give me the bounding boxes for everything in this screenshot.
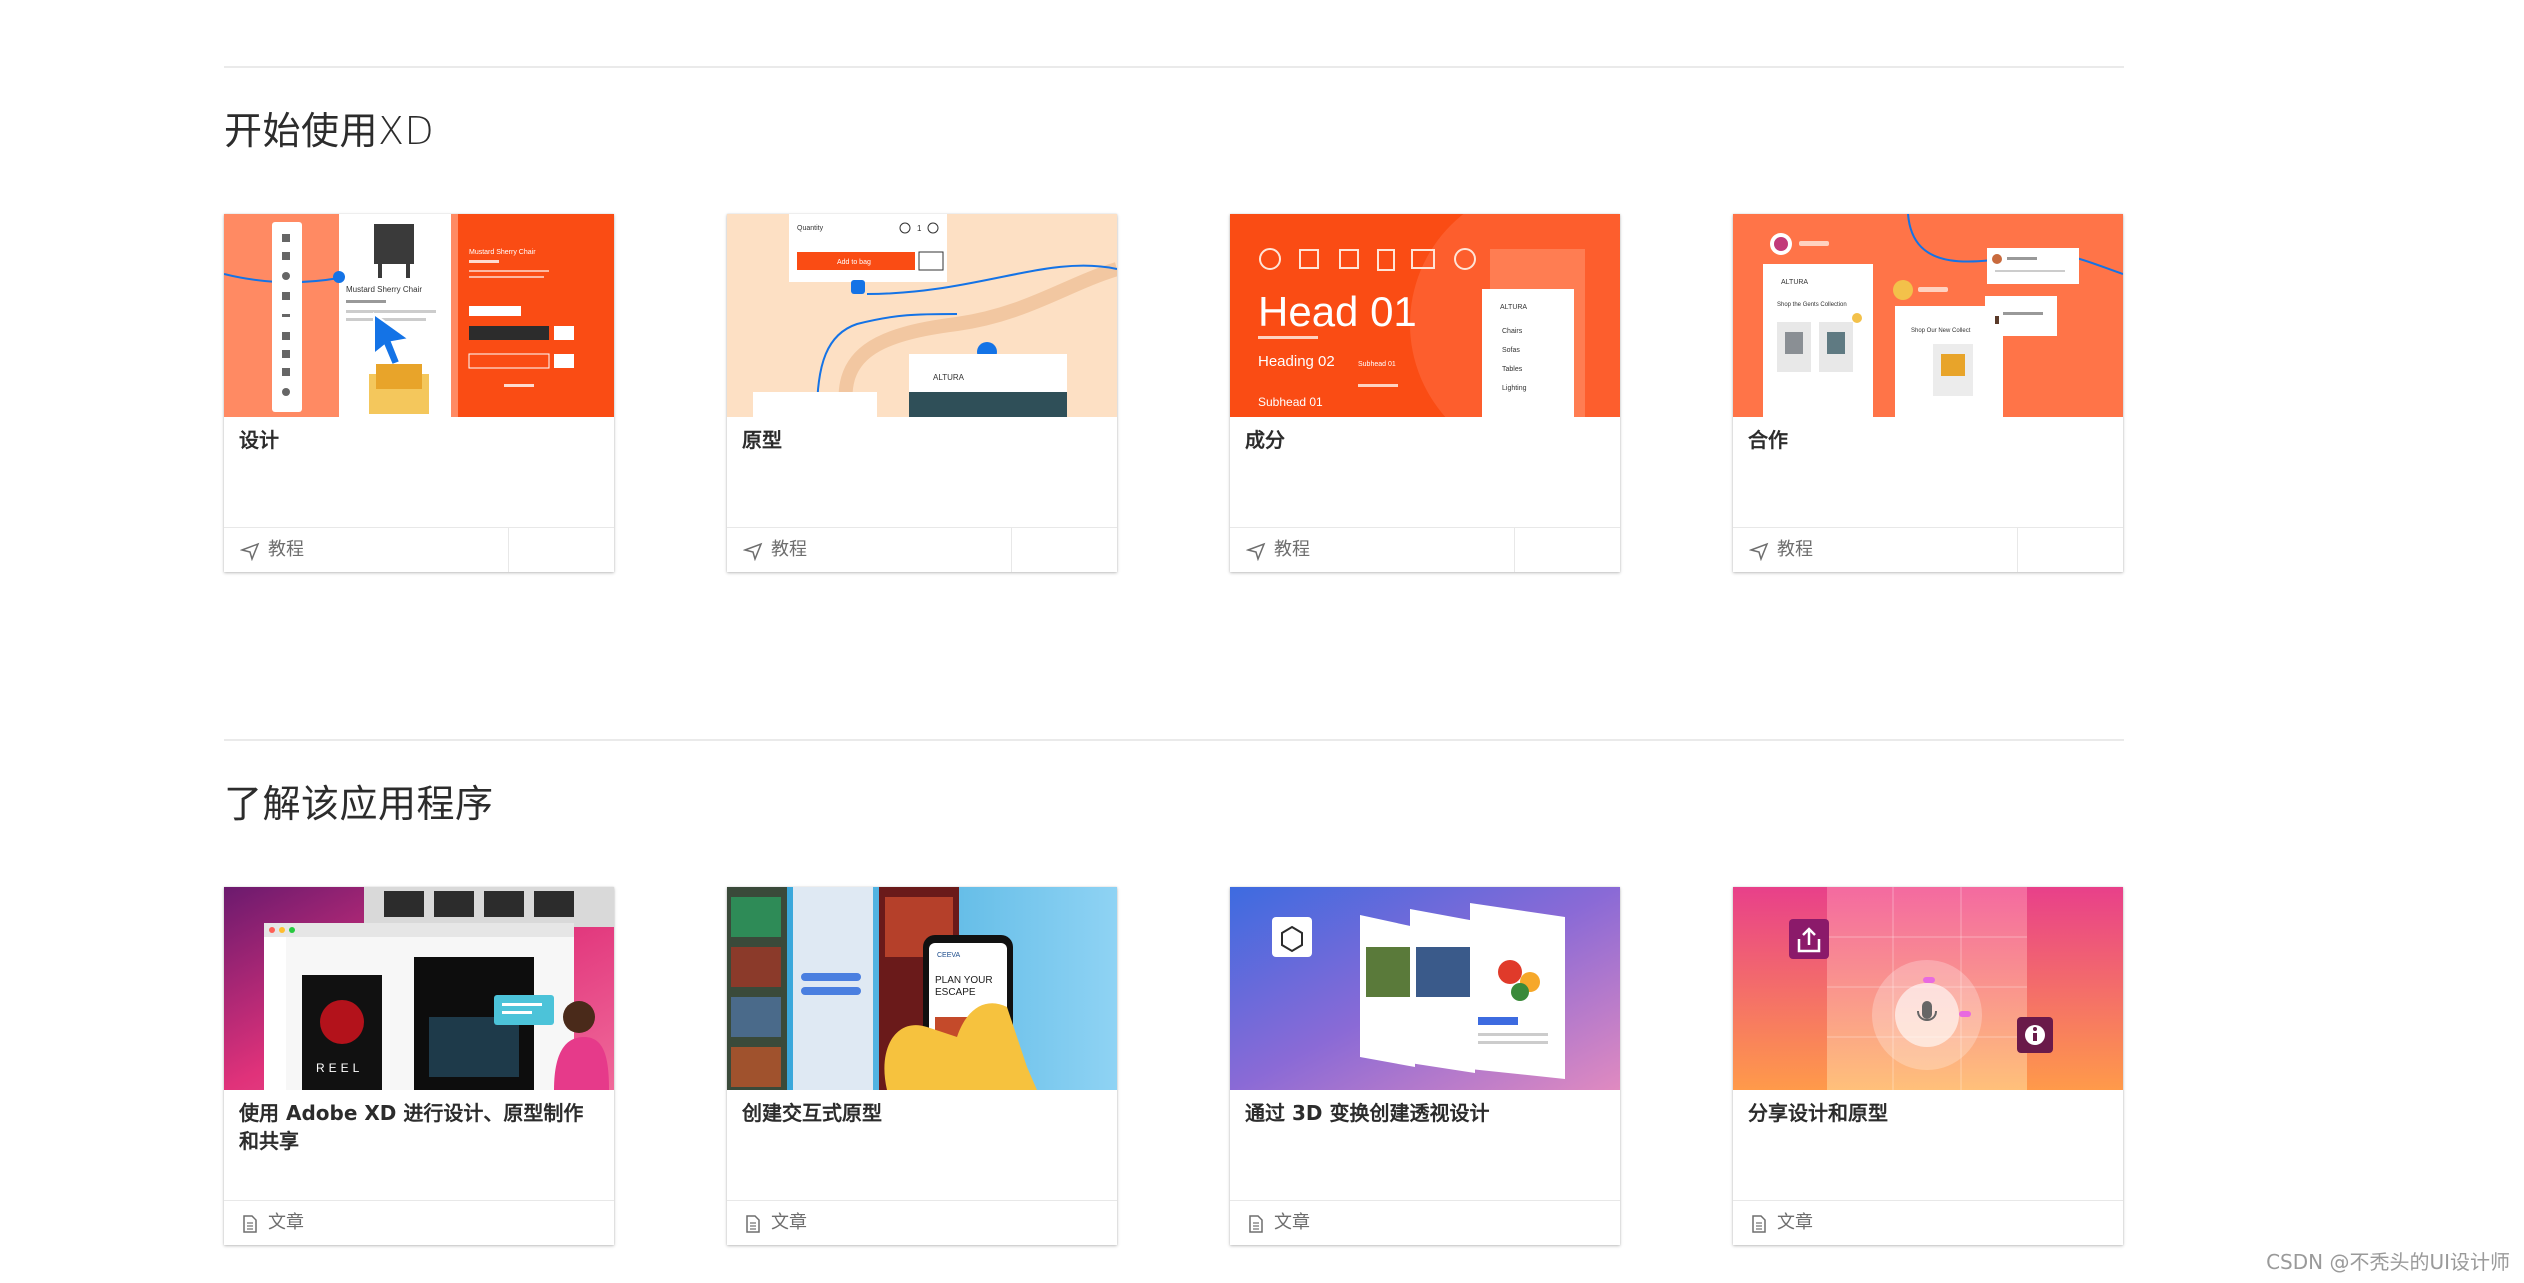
xd-overview-thumbnail-image: REEL <box>224 887 614 1090</box>
card-title: 合作 <box>1748 428 1788 452</box>
card-footer: 文章 <box>224 1200 614 1245</box>
card-type-label: 文章 <box>1777 1212 1813 1233</box>
card-footer: 文章 <box>1733 1200 2123 1245</box>
design-product-name-2: Mustard Sherry Chair <box>469 249 536 256</box>
card-thumbnail-3d <box>1230 887 1620 1090</box>
tutorial-icon <box>743 542 763 561</box>
section-divider-middle <box>224 739 2124 741</box>
watermark: CSDN @不秃头的UI设计师 <box>2266 1250 2510 1274</box>
card-title: 设计 <box>239 428 279 452</box>
comp-menu-1: Sofas <box>1502 347 1520 354</box>
card-collaboration[interactable]: ALTURA Shop the Gents Collection Shop Ou… <box>1733 214 2123 572</box>
card-title: 成分 <box>1245 428 1285 452</box>
card-footer: 文章 <box>1230 1200 1620 1245</box>
proto-qty-value: 1 <box>917 224 922 233</box>
footer-separator <box>1011 528 1012 572</box>
card-title: 通过 3D 变换创建透视设计 <box>1245 1101 1490 1125</box>
share-designs-thumbnail-image <box>1733 887 2123 1090</box>
card-type-label: 文章 <box>1274 1212 1310 1233</box>
comp-subhead: Subhead 01 <box>1258 395 1323 409</box>
card-footer: 教程 <box>1733 527 2123 572</box>
card-footer: 教程 <box>224 527 614 572</box>
comp-brand: ALTURA <box>1500 304 1527 311</box>
card-components[interactable]: Head 01 Heading 02 Subhead 01 Subhead 01… <box>1230 214 1620 572</box>
tutorial-icon <box>1749 542 1769 561</box>
prototype-thumbnail-image: Quantity 1 Add to bag ALTURA <box>727 214 1117 417</box>
3d-transforms-thumbnail-image <box>1230 887 1620 1090</box>
card-title: 使用 Adobe XD 进行设计、原型制作和共享 <box>239 1101 584 1153</box>
card-thumbnail-xd-overview: REEL <box>224 887 614 1090</box>
card-thumbnail-share <box>1733 887 2123 1090</box>
card-footer: 教程 <box>727 527 1117 572</box>
card-interactive-prototype[interactable]: CEEVA PLAN YOUR ESCAPE 创建交互式原型 文章 <box>727 887 1117 1245</box>
escape-brand: CEEVA <box>937 952 961 959</box>
card-design-prototype-share[interactable]: REEL 使用 Adobe XD 进行设计、原型制作和共享 文章 <box>224 887 614 1245</box>
section-title-learn-app: 了解该应用程序 <box>224 782 494 826</box>
card-type-label: 教程 <box>268 539 304 560</box>
card-thumbnail-components: Head 01 Heading 02 Subhead 01 Subhead 01… <box>1230 214 1620 417</box>
card-thumbnail-interactive: CEEVA PLAN YOUR ESCAPE <box>727 887 1117 1090</box>
escape-line1: PLAN YOUR <box>935 975 993 986</box>
card-footer: 文章 <box>727 1200 1117 1245</box>
comp-menu-2: Tables <box>1502 366 1523 373</box>
collab-collection-2: Shop Our New Collect <box>1911 328 1971 334</box>
article-icon <box>1752 1215 1766 1233</box>
collab-brand: ALTURA <box>1781 279 1808 286</box>
tutorial-icon <box>240 542 260 561</box>
card-thumbnail-design: Mustard Sherry Chair Mustard Sherry Chai… <box>224 214 614 417</box>
tutorial-icon <box>1246 542 1266 561</box>
card-title: 原型 <box>742 428 782 452</box>
article-icon <box>243 1215 257 1233</box>
article-icon <box>1249 1215 1263 1233</box>
comp-heading: Heading 02 <box>1258 353 1335 370</box>
card-design[interactable]: Mustard Sherry Chair Mustard Sherry Chai… <box>224 214 614 572</box>
collaboration-thumbnail-image: ALTURA Shop the Gents Collection Shop Ou… <box>1733 214 2123 417</box>
card-type-label: 文章 <box>268 1212 304 1233</box>
comp-menu-0: Chairs <box>1502 328 1523 335</box>
card-type-label: 教程 <box>1777 539 1813 560</box>
comp-subhead-small: Subhead 01 <box>1358 361 1396 368</box>
card-title: 分享设计和原型 <box>1748 1101 1888 1125</box>
proto-quantity-label: Quantity <box>797 225 824 232</box>
card-3d-transforms[interactable]: 通过 3D 变换创建透视设计 文章 <box>1230 887 1620 1245</box>
footer-separator <box>508 528 509 572</box>
card-thumbnail-prototype: Quantity 1 Add to bag ALTURA <box>727 214 1117 417</box>
comp-head: Head 01 <box>1258 288 1417 335</box>
card-thumbnail-collaboration: ALTURA Shop the Gents Collection Shop Ou… <box>1733 214 2123 417</box>
card-type-label: 教程 <box>1274 539 1310 560</box>
section-divider-top <box>224 66 2124 68</box>
proto-add-bag: Add to bag <box>837 259 871 266</box>
components-thumbnail-image: Head 01 Heading 02 Subhead 01 Subhead 01… <box>1230 214 1620 417</box>
section-title-getting-started: 开始使用XD <box>224 109 435 153</box>
interactive-prototype-thumbnail-image: CEEVA PLAN YOUR ESCAPE <box>727 887 1117 1090</box>
card-title: 创建交互式原型 <box>742 1101 882 1125</box>
reel-title: REEL <box>316 1061 363 1075</box>
footer-separator <box>2017 528 2018 572</box>
collab-collection: Shop the Gents Collection <box>1777 302 1847 308</box>
card-type-label: 教程 <box>771 539 807 560</box>
card-footer: 教程 <box>1230 527 1620 572</box>
card-prototype[interactable]: Quantity 1 Add to bag ALTURA 原型 教程 <box>727 214 1117 572</box>
footer-separator <box>1514 528 1515 572</box>
design-thumbnail-image: Mustard Sherry Chair Mustard Sherry Chai… <box>224 214 614 417</box>
proto-brand: ALTURA <box>933 373 965 382</box>
card-share-designs[interactable]: 分享设计和原型 文章 <box>1733 887 2123 1245</box>
card-type-label: 文章 <box>771 1212 807 1233</box>
escape-line2: ESCAPE <box>935 987 976 998</box>
article-icon <box>746 1215 760 1233</box>
comp-menu-3: Lighting <box>1502 385 1527 392</box>
design-product-name: Mustard Sherry Chair <box>346 285 422 294</box>
